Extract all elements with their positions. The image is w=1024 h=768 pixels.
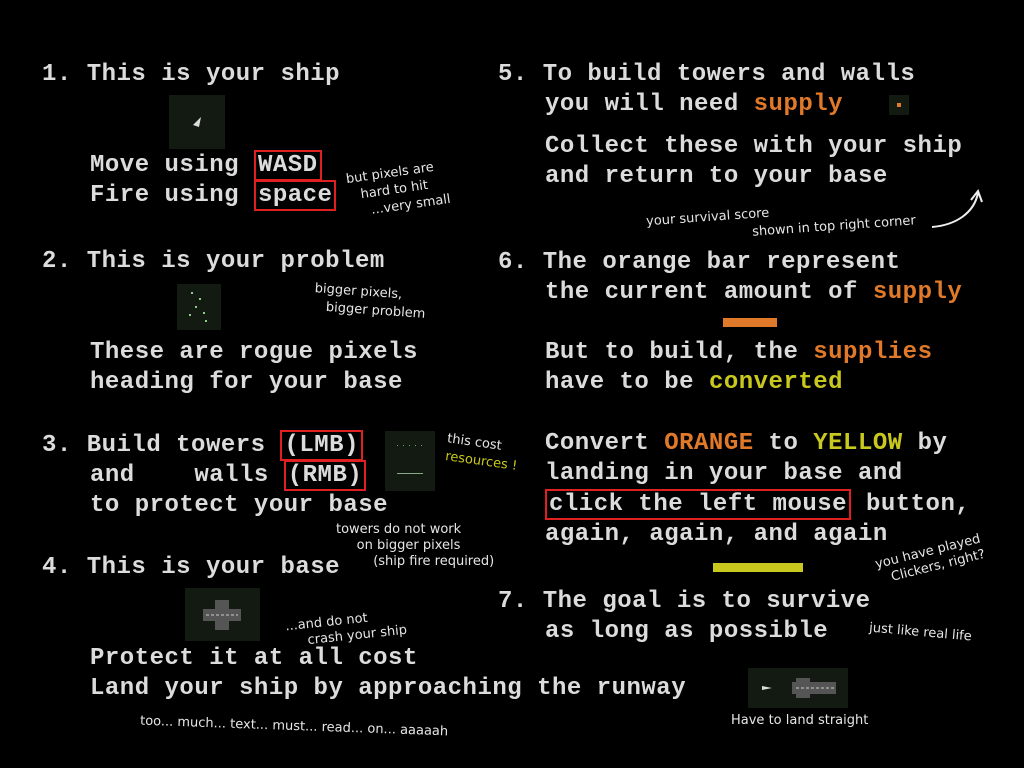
step-2-heading: 2. This is your problem [42, 248, 385, 275]
step-6-line-3: But to build, the supplies [545, 339, 933, 366]
step-6-line-5: Convert ORANGE to YELLOW by [545, 430, 948, 457]
step-4-heading: 4. This is your base [42, 554, 341, 581]
step-6-line-1: 6. The orange bar represent [498, 249, 901, 276]
step-6-line-4: have to be converted [545, 369, 844, 396]
step-5-line-2: you will need supply [545, 91, 844, 118]
orange-supply-bar [723, 318, 777, 327]
tower-wall-icon [397, 445, 423, 474]
supply-thumbnail [889, 95, 909, 115]
space-key: space [253, 180, 337, 211]
note-pixels-hard: but pixels are hard to hit ...very small [345, 159, 452, 221]
step-1-heading: 1. This is your ship [42, 61, 341, 88]
rogue-pixels-line-2: heading for your base [90, 369, 403, 396]
note-resources: resources ! [444, 449, 519, 474]
landing-thumbnail [748, 668, 848, 708]
step-5-line-4: and return to your base [545, 163, 888, 190]
towers-walls-thumbnail [385, 431, 435, 491]
ship-thumbnail [169, 95, 225, 149]
note-score-b: shown in top right corner [751, 213, 917, 240]
step-6-line-2: the current amount of supply [545, 279, 963, 306]
note-bigger-problem: bigger pixels, bigger problem [313, 281, 426, 322]
converted-word: converted [708, 369, 844, 396]
step-3-walls-line: and walls (RMB) [90, 460, 367, 491]
ship-icon [193, 117, 201, 127]
wasd-key: WASD [253, 150, 322, 181]
step-3-towers-line: 3. Build towers (LMB) [42, 430, 363, 461]
rmb-key: (RMB) [283, 460, 367, 491]
lmb-key: (LMB) [280, 430, 363, 461]
yellow-word: YELLOW [813, 430, 903, 457]
base-thumbnail [185, 588, 260, 641]
note-towers-fire: towers do not work on bigger pixels (shi… [336, 522, 495, 569]
step-7-line-2: as long as possible [545, 618, 829, 645]
arrow-to-score-icon [931, 188, 983, 228]
yellow-converted-bar [713, 563, 803, 572]
step-5-line-1: 5. To build towers and walls [498, 61, 916, 88]
step-6-line-8: again, again, and again [545, 521, 888, 548]
note-land-straight: Have to land straight [731, 713, 869, 728]
fire-instruction: Fire using space [90, 180, 337, 211]
supply-word: supply [753, 91, 844, 118]
note-clickers: you have played Clickers, right? [873, 531, 987, 588]
supplies-word: supplies [813, 339, 933, 366]
rogue-pixels-icon [189, 292, 207, 322]
protect-base-line: Protect it at all cost [90, 645, 418, 672]
supply-word-2: supply [872, 279, 963, 306]
move-instruction: Move using WASD [90, 150, 322, 181]
click-left-mouse-key: click the left mouse [545, 489, 852, 520]
step-6-line-6: landing in your base and [545, 460, 903, 487]
note-real-life: just like real life [868, 620, 973, 645]
land-ship-line: Land your ship by approaching the runway [90, 675, 687, 702]
note-too-much-text: too... much... text... must... read... o… [139, 713, 449, 740]
base-icon [203, 600, 241, 630]
ship-landing-icon [762, 678, 836, 698]
rogue-pixels-thumbnail [177, 284, 221, 330]
step-5-line-3: Collect these with your ship [545, 133, 963, 160]
step-3-protect-line: to protect your base [90, 492, 389, 519]
step-7-line-1: 7. The goal is to survive [498, 588, 871, 615]
supply-icon [897, 103, 901, 107]
orange-word: ORANGE [664, 430, 754, 457]
step-6-line-7: click the left mouse button, [545, 489, 970, 520]
rogue-pixels-line-1: These are rogue pixels [90, 339, 418, 366]
